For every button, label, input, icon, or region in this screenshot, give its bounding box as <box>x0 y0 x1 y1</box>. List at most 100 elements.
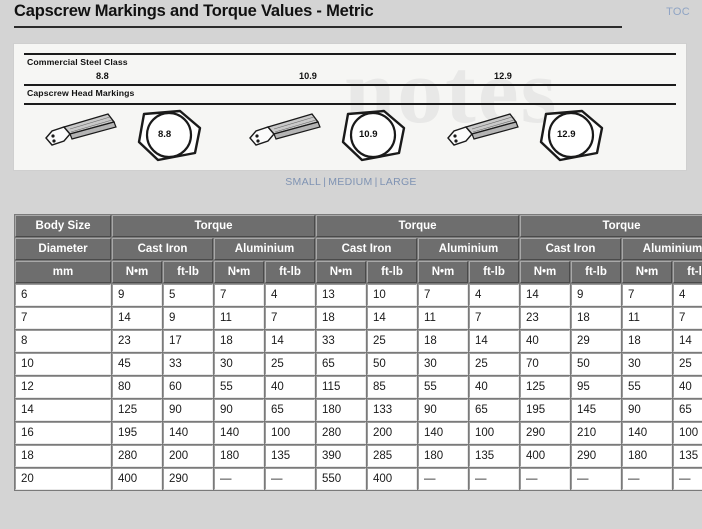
capscrew-markings-figure: notes Commercial Steel Class Capscrew He… <box>14 40 686 170</box>
size-link-small[interactable]: SMALL <box>285 176 321 188</box>
cell-torque-value: 14 <box>112 307 162 329</box>
cell-torque-value: 25 <box>265 353 315 375</box>
hex-head-class-label-1: 10.9 <box>359 129 378 140</box>
cell-torque-value: 133 <box>367 399 417 421</box>
cell-torque-value: — <box>622 468 672 490</box>
figure-rule-top <box>24 53 676 55</box>
cell-torque-value: 65 <box>673 399 702 421</box>
cell-torque-value: 135 <box>265 445 315 467</box>
table-row: 10 45 33 30 25 65 50 30 25 70 50 30 25 <box>15 353 702 375</box>
header-aluminium-3: Aluminium <box>622 238 702 260</box>
table-row: 18 280 200 180 135 390 285 180 135 400 290 180 135 <box>15 445 702 467</box>
header-unit-ftlb-4: ft-lb <box>469 261 519 283</box>
cell-torque-value: 100 <box>469 422 519 444</box>
cell-torque-value: 200 <box>163 445 213 467</box>
table-row: 8 23 17 18 14 33 25 18 14 40 29 18 14 <box>15 330 702 352</box>
cell-torque-value: 100 <box>265 422 315 444</box>
header-body-size: Body Size <box>15 215 111 237</box>
cell-torque-value: 210 <box>571 422 621 444</box>
image-size-links: SMALL | MEDIUM | LARGE <box>0 176 702 188</box>
hex-head-class-label-2: 12.9 <box>557 129 576 140</box>
cell-torque-value: 11 <box>622 307 672 329</box>
header-aluminium-1: Aluminium <box>214 238 315 260</box>
cell-torque-value: 14 <box>673 330 702 352</box>
cell-torque-value: 18 <box>214 330 264 352</box>
cell-torque-value: 13 <box>316 284 366 306</box>
bolt-illustration-group-0: 8.8 <box>40 108 220 166</box>
cell-torque-value: 95 <box>571 376 621 398</box>
cell-diameter: 16 <box>15 422 111 444</box>
cell-torque-value: 55 <box>622 376 672 398</box>
header-unit-ftlb-3: ft-lb <box>367 261 417 283</box>
cell-torque-value: 60 <box>163 376 213 398</box>
cell-torque-value: 100 <box>673 422 702 444</box>
table-header-row-1: Body Size Torque Torque Torque <box>15 215 702 237</box>
header-cast-iron-2: Cast Iron <box>316 238 417 260</box>
cell-torque-value: — <box>673 468 702 490</box>
cell-torque-value: 290 <box>571 445 621 467</box>
header-unit-ftlb-1: ft-lb <box>163 261 213 283</box>
header-torque-group-1: Torque <box>112 215 315 237</box>
bolt-illustration-group-2: 12.9 <box>442 108 622 166</box>
cell-torque-value: 33 <box>163 353 213 375</box>
size-link-large[interactable]: LARGE <box>380 176 417 188</box>
cell-torque-value: 90 <box>214 399 264 421</box>
cell-torque-value: 11 <box>418 307 468 329</box>
cell-torque-value: 115 <box>316 376 366 398</box>
cell-torque-value: 65 <box>469 399 519 421</box>
bolt-side-view-icon-0 <box>45 113 117 146</box>
cell-torque-value: — <box>214 468 264 490</box>
cell-diameter: 7 <box>15 307 111 329</box>
steel-class-value-1: 10.9 <box>299 71 317 81</box>
cell-torque-value: 285 <box>367 445 417 467</box>
table-row: 6 9 5 7 4 13 10 7 4 14 9 7 4 <box>15 284 702 306</box>
cell-torque-value: — <box>571 468 621 490</box>
cell-torque-value: 55 <box>214 376 264 398</box>
size-link-separator-2: | <box>374 176 378 188</box>
header-unit-nm-6: N•m <box>622 261 672 283</box>
torque-values-table: Body Size Torque Torque Torque Diameter … <box>14 214 702 491</box>
steel-class-value-0: 8.8 <box>96 71 109 81</box>
cell-torque-value: 290 <box>163 468 213 490</box>
cell-torque-value: 125 <box>520 376 570 398</box>
header-aluminium-2: Aluminium <box>418 238 519 260</box>
bolt-side-view-icon-2 <box>447 113 519 146</box>
table-row: 16 195 140 140 100 280 200 140 100 290 210 140 100 <box>15 422 702 444</box>
figure-rule-middle <box>24 84 676 86</box>
cell-torque-value: 25 <box>469 353 519 375</box>
cell-torque-value: 400 <box>520 445 570 467</box>
toc-link[interactable]: TOC <box>666 6 690 18</box>
page-title: Capscrew Markings and Torque Values - Me… <box>14 2 374 20</box>
cell-torque-value: 4 <box>673 284 702 306</box>
hex-head-class-label-0: 8.8 <box>158 129 172 140</box>
cell-diameter: 20 <box>15 468 111 490</box>
cell-torque-value: 135 <box>469 445 519 467</box>
cell-torque-value: 18 <box>316 307 366 329</box>
header-diameter: Diameter <box>15 238 111 260</box>
header-cast-iron-3: Cast Iron <box>520 238 621 260</box>
cell-torque-value: 9 <box>571 284 621 306</box>
cell-torque-value: 7 <box>265 307 315 329</box>
cell-torque-value: 145 <box>571 399 621 421</box>
table-head: Body Size Torque Torque Torque Diameter … <box>15 215 702 283</box>
cell-torque-value: 180 <box>622 445 672 467</box>
cell-torque-value: 40 <box>265 376 315 398</box>
cell-torque-value: 40 <box>673 376 702 398</box>
size-link-separator-1: | <box>323 176 327 188</box>
cell-torque-value: 40 <box>469 376 519 398</box>
cell-torque-value: 400 <box>367 468 417 490</box>
bolt-and-hex-head-svg-1 <box>249 109 406 162</box>
size-link-medium[interactable]: MEDIUM <box>328 176 372 188</box>
cell-torque-value: 40 <box>520 330 570 352</box>
cell-torque-value: — <box>469 468 519 490</box>
bolt-illustration-group-1: 10.9 <box>244 108 424 166</box>
table-header-row-2: Diameter Cast Iron Aluminium Cast Iron A… <box>15 238 702 260</box>
cell-diameter: 14 <box>15 399 111 421</box>
table-header-row-3: mm N•m ft-lb N•m ft-lb N•m ft-lb N•m ft-… <box>15 261 702 283</box>
cell-torque-value: 4 <box>469 284 519 306</box>
cell-torque-value: 195 <box>520 399 570 421</box>
cell-torque-value: 14 <box>265 330 315 352</box>
cell-torque-value: 18 <box>622 330 672 352</box>
header-cast-iron-1: Cast Iron <box>112 238 213 260</box>
header-unit-nm-1: N•m <box>112 261 162 283</box>
